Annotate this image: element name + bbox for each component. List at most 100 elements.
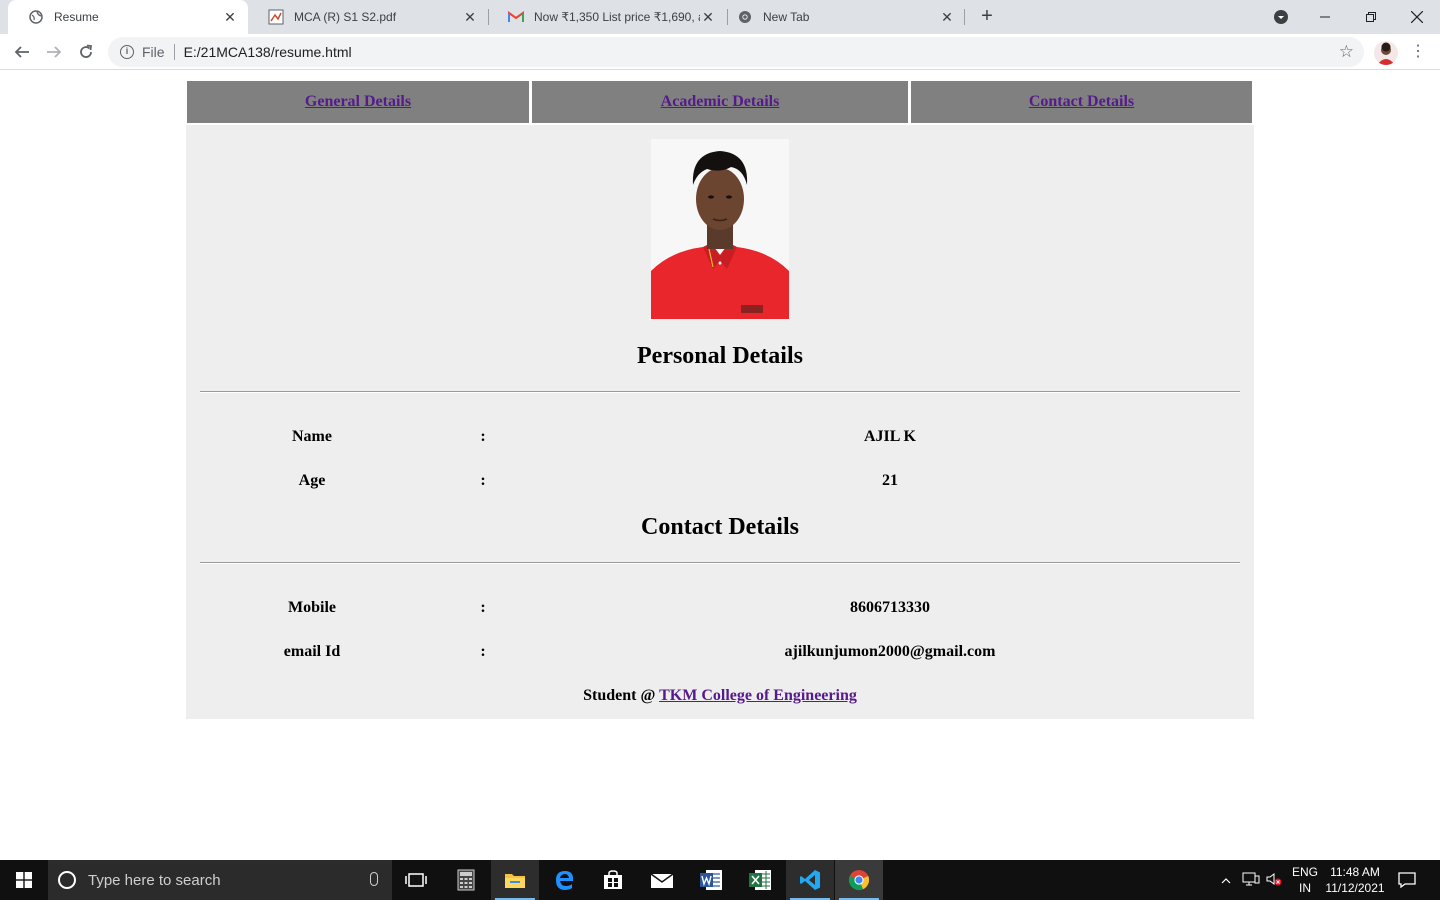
tab-title: Now ₹1,350 List price ₹1,690, and xyxy=(534,10,700,24)
system-tray xyxy=(1218,860,1282,900)
tab-search-button[interactable] xyxy=(1258,0,1304,34)
detail-separator: : xyxy=(480,428,486,445)
microphone-icon[interactable] xyxy=(370,872,378,886)
word-icon xyxy=(700,870,722,890)
network-icon[interactable] xyxy=(1242,872,1260,889)
url-text[interactable]: E:/21MCA138/resume.html xyxy=(184,44,352,60)
task-view-icon xyxy=(405,873,427,887)
search-placeholder: Type here to search xyxy=(88,871,221,889)
store-icon xyxy=(604,870,622,889)
nav-cell-contact: Contact Details xyxy=(911,81,1252,123)
arrow-right-icon xyxy=(47,46,62,58)
url-scheme: File xyxy=(142,44,165,60)
windows-taskbar: Type here to search ENG IN 11:48 AM 11/1… xyxy=(0,860,1440,900)
detail-separator: : xyxy=(480,472,486,489)
tab-gmail[interactable]: Now ₹1,350 List price ₹1,690, and ✕ xyxy=(488,0,726,34)
section-nav: General Details Academic Details Contact… xyxy=(186,80,1254,124)
taskbar-mail[interactable] xyxy=(638,860,686,900)
detail-row-age: Age : 21 xyxy=(186,472,1254,492)
tab-resume[interactable]: Resume ✕ xyxy=(8,0,248,34)
detail-value: AJIL K xyxy=(863,428,916,445)
taskbar-edge[interactable] xyxy=(541,860,589,900)
detail-label: Name xyxy=(292,428,332,445)
profile-avatar[interactable] xyxy=(1374,41,1398,65)
taskbar-word[interactable] xyxy=(687,860,735,900)
windows-logo-icon xyxy=(16,872,32,888)
bookmark-star-icon[interactable]: ☆ xyxy=(1339,42,1354,62)
tab-new-tab[interactable]: New Tab ✕ xyxy=(717,0,965,34)
taskbar-search-box[interactable]: Type here to search xyxy=(48,860,392,900)
forward-button[interactable] xyxy=(40,38,68,66)
section-divider xyxy=(200,391,1240,393)
volume-muted-icon[interactable] xyxy=(1266,872,1282,889)
chevron-down-icon xyxy=(1274,10,1288,24)
taskbar-store[interactable] xyxy=(589,860,637,900)
taskbar-file-explorer[interactable] xyxy=(491,860,539,900)
show-hidden-icons-chevron-up-icon[interactable] xyxy=(1218,873,1234,887)
close-tab-icon[interactable]: ✕ xyxy=(700,9,716,25)
notification-center-button[interactable] xyxy=(1398,860,1416,900)
detail-row-mobile: Mobile : 8606713330 xyxy=(186,599,1254,619)
address-bar[interactable]: i File E:/21MCA138/resume.html ☆ xyxy=(108,37,1364,67)
start-button[interactable] xyxy=(0,860,48,900)
close-tab-icon[interactable]: ✕ xyxy=(222,9,238,25)
chrome-icon xyxy=(848,870,870,891)
tab-separator xyxy=(964,9,965,25)
folder-icon xyxy=(505,874,525,888)
restore-button[interactable] xyxy=(1348,0,1394,34)
close-window-button[interactable] xyxy=(1394,0,1440,34)
footer-prefix: Student @ xyxy=(583,687,660,704)
minimize-icon xyxy=(1320,16,1330,18)
web-page: General Details Academic Details Contact… xyxy=(0,71,1440,860)
tab-title: MCA (R) S1 S2.pdf xyxy=(294,10,397,24)
resume-card: Personal Details Name : AJIL K Age : 21 … xyxy=(186,125,1254,719)
college-link[interactable]: TKM College of Engineering xyxy=(659,687,857,704)
close-icon xyxy=(1411,11,1423,23)
tab-strip: Resume ✕ MCA (R) S1 S2.pdf ✕ Now ₹1,350 … xyxy=(0,0,1440,34)
detail-row-email: email Id : ajilkunjumon2000@gmail.com xyxy=(186,643,1254,663)
reload-button[interactable] xyxy=(72,38,100,66)
nav-cell-general: General Details xyxy=(187,81,529,123)
taskbar-vscode[interactable] xyxy=(786,860,834,900)
nav-link-contact-details[interactable]: Contact Details xyxy=(1029,93,1134,111)
student-footer: Student @ TKM College of Engineering xyxy=(186,687,1254,705)
omnibox-divider xyxy=(173,44,175,60)
close-tab-icon[interactable]: ✕ xyxy=(939,9,955,25)
more-menu-icon[interactable]: ⋮ xyxy=(1408,42,1428,62)
close-tab-icon[interactable]: ✕ xyxy=(462,9,478,25)
info-icon[interactable]: i xyxy=(120,45,134,59)
back-button[interactable] xyxy=(8,38,36,66)
clock-date: 11/12/2021 xyxy=(1325,881,1385,895)
detail-row-name: Name : AJIL K xyxy=(186,428,1254,448)
nav-link-general-details[interactable]: General Details xyxy=(305,93,411,111)
taskbar-chrome[interactable] xyxy=(835,860,883,900)
detail-value: ajilkunjumon2000@gmail.com xyxy=(784,643,996,660)
excel-icon xyxy=(749,870,771,890)
region-code: IN xyxy=(1299,881,1311,895)
language-code: ENG xyxy=(1292,865,1319,879)
clock-time: 11:48 AM xyxy=(1330,865,1380,879)
edge-icon xyxy=(556,871,574,890)
minimize-button[interactable] xyxy=(1302,0,1348,34)
clock[interactable]: 11:48 AM 11/12/2021 xyxy=(1324,860,1386,900)
taskbar-calculator[interactable] xyxy=(442,860,490,900)
reload-icon xyxy=(80,44,93,58)
notification-icon xyxy=(1398,872,1416,888)
nav-cell-academic: Academic Details xyxy=(532,81,908,123)
pdf-icon xyxy=(268,9,284,25)
arrow-left-icon xyxy=(14,46,29,58)
new-tab-button[interactable]: + xyxy=(976,6,998,28)
browser-toolbar: i File E:/21MCA138/resume.html ☆ ⋮ xyxy=(0,34,1440,70)
gmail-icon xyxy=(508,9,524,25)
input-language[interactable]: ENG IN xyxy=(1292,860,1318,900)
taskbar-excel[interactable] xyxy=(736,860,784,900)
task-view-button[interactable] xyxy=(392,860,440,900)
globe-icon xyxy=(28,9,44,25)
detail-separator: : xyxy=(480,643,486,660)
detail-value: 21 xyxy=(882,472,898,489)
nav-link-academic-details[interactable]: Academic Details xyxy=(661,93,780,111)
contact-details-heading: Contact Details xyxy=(641,514,799,540)
detail-value: 8606713330 xyxy=(850,599,930,616)
profile-photo xyxy=(651,139,789,319)
tab-pdf[interactable]: MCA (R) S1 S2.pdf ✕ xyxy=(248,0,488,34)
